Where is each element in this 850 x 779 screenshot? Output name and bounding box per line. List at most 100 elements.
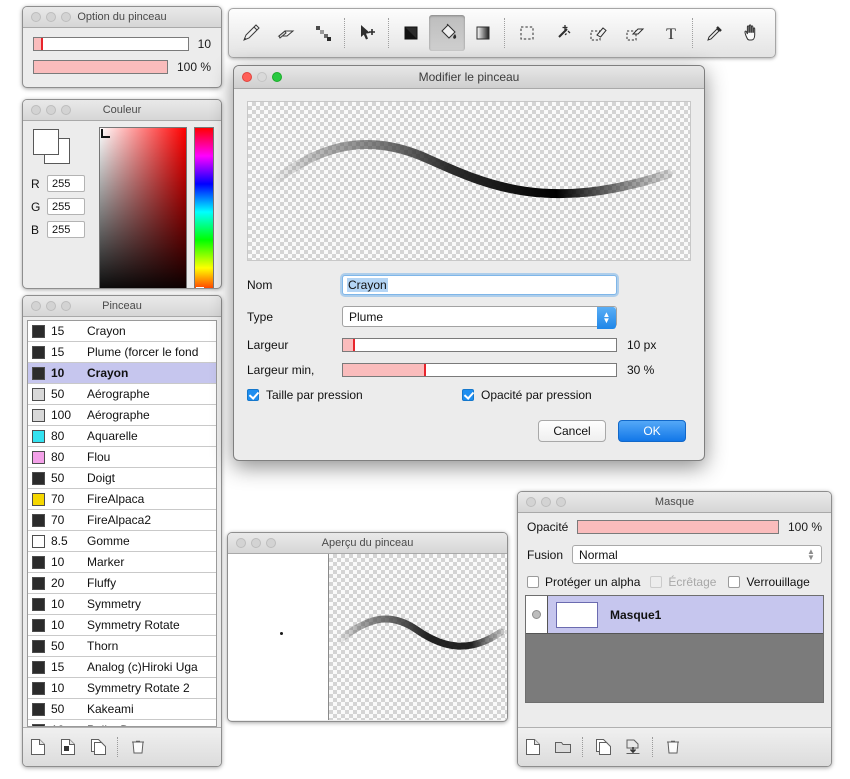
eraser-tool[interactable] (269, 15, 305, 51)
brush-list-item[interactable]: 70 FireAlpaca2 (28, 510, 216, 531)
brush-list-item[interactable]: 80 Aquarelle (28, 426, 216, 447)
minimize-icon[interactable] (251, 538, 261, 548)
window-controls[interactable] (526, 497, 566, 507)
new-layer-icon[interactable] (518, 733, 548, 761)
mask-opacity-slider[interactable] (577, 520, 779, 534)
brush-list-item[interactable]: 10 Crayon (28, 363, 216, 384)
minimize-icon[interactable] (46, 301, 56, 311)
new-brush-icon[interactable] (23, 733, 53, 761)
width-min-slider-knob[interactable] (423, 364, 426, 376)
brush-list-item[interactable]: 20 Fluffy (28, 573, 216, 594)
zoom-icon[interactable] (556, 497, 566, 507)
width-slider[interactable] (342, 338, 617, 352)
brush-list-item[interactable]: 10 Symmetry Rotate (28, 615, 216, 636)
text-tool[interactable]: T (653, 15, 689, 51)
fill-tool[interactable] (393, 15, 429, 51)
brush-opacity-slider[interactable] (33, 60, 168, 74)
brush-size-slider[interactable] (33, 37, 189, 51)
width-slider-knob[interactable] (352, 339, 355, 351)
eyedropper-tool[interactable] (697, 15, 733, 51)
duplicate-layer-icon[interactable] (588, 733, 618, 761)
zoom-icon[interactable] (61, 301, 71, 311)
brush-list-item[interactable]: 10 Symmetry (28, 594, 216, 615)
brush-list-item[interactable]: 15 Plume (forcer le fond (28, 342, 216, 363)
brush-list-item[interactable]: 80 Flou (28, 447, 216, 468)
brush-list[interactable]: 15 Crayon 15 Plume (forcer le fond 10 Crayon 5… (27, 320, 217, 727)
brush-list-item[interactable]: 100 Aérographe (28, 405, 216, 426)
brush-list-item[interactable]: 10 Marker (28, 552, 216, 573)
pencil-tool[interactable] (233, 15, 269, 51)
brush-list-item[interactable]: 15 Crayon (28, 321, 216, 342)
checkbox-group[interactable]: Protéger un alpha (527, 575, 640, 589)
ok-button[interactable]: OK (618, 420, 686, 442)
rgb-b-field[interactable]: 255 (47, 221, 85, 238)
width-min-slider[interactable] (342, 363, 617, 377)
close-icon[interactable] (242, 72, 252, 82)
rgb-g-field[interactable]: 255 (47, 198, 85, 215)
type-select[interactable]: Plume ▲ ▼ (342, 306, 617, 329)
foreground-color-swatch[interactable] (33, 129, 59, 155)
window-controls[interactable] (236, 538, 276, 548)
brush-list-item[interactable]: 50 Doigt (28, 468, 216, 489)
name-input[interactable]: Crayon (342, 275, 617, 295)
window-controls[interactable] (31, 12, 71, 22)
brush-list-item[interactable]: 70 FireAlpaca (28, 489, 216, 510)
brush-list-item[interactable]: 10Polka Dot (28, 720, 216, 726)
zoom-icon[interactable] (61, 105, 71, 115)
window-controls[interactable] (31, 301, 71, 311)
checkbox-group[interactable]: Opacité par pression (462, 388, 592, 402)
saturation-value-area[interactable] (99, 127, 187, 288)
new-folder-icon[interactable] (548, 733, 578, 761)
mask-blend-select[interactable]: Normal ▲ ▼ (572, 545, 822, 564)
delete-brush-icon[interactable] (123, 733, 153, 761)
window-controls[interactable] (242, 72, 282, 82)
edit-brush-icon[interactable] (53, 733, 83, 761)
select-eraser-tool[interactable] (617, 15, 653, 51)
hand-tool[interactable] (733, 15, 769, 51)
brush-size-knob[interactable] (40, 38, 43, 50)
brush-swatch-icon (32, 681, 45, 695)
brush-list-item[interactable]: 8.5 Gomme (28, 531, 216, 552)
zoom-icon[interactable] (61, 12, 71, 22)
checkbox-group[interactable]: Taille par pression (247, 388, 462, 402)
select-tool[interactable] (509, 15, 545, 51)
mask-layer-list[interactable]: Masque1 (525, 595, 824, 703)
select-brush-tool[interactable] (581, 15, 617, 51)
brush-list-item[interactable]: 50 Thorn (28, 636, 216, 657)
bucket-tool[interactable] (429, 15, 465, 51)
zoom-icon[interactable] (272, 72, 282, 82)
dither-tool[interactable] (305, 15, 341, 51)
close-icon[interactable] (31, 105, 41, 115)
duplicate-brush-icon[interactable] (83, 733, 113, 761)
move-tool[interactable] (349, 15, 385, 51)
hue-slider[interactable] (194, 127, 214, 288)
merge-down-icon[interactable] (618, 733, 648, 761)
color-swatches[interactable] (33, 129, 77, 165)
magic-wand-tool[interactable] (545, 15, 581, 51)
close-icon[interactable] (236, 538, 246, 548)
minimize-icon[interactable] (257, 72, 267, 82)
cancel-button[interactable]: Cancel (538, 420, 606, 442)
close-icon[interactable] (31, 301, 41, 311)
minimize-icon[interactable] (46, 12, 56, 22)
brush-list-item[interactable]: 50 Kakeami (28, 699, 216, 720)
gradient-tool[interactable] (465, 15, 501, 51)
window-controls[interactable] (31, 105, 71, 115)
close-icon[interactable] (31, 12, 41, 22)
rgb-r-field[interactable]: 255 (47, 175, 85, 192)
checkbox-icon[interactable] (527, 576, 539, 588)
delete-layer-icon[interactable] (658, 733, 688, 761)
checkbox-icon[interactable] (247, 389, 259, 401)
brush-list-item[interactable]: 50 Aérographe (28, 384, 216, 405)
checkbox-icon[interactable] (728, 576, 741, 588)
close-icon[interactable] (526, 497, 536, 507)
minimize-icon[interactable] (46, 105, 56, 115)
checkbox-icon[interactable] (462, 389, 474, 401)
checkbox-group[interactable]: Verrouillage (728, 575, 810, 589)
minimize-icon[interactable] (541, 497, 551, 507)
layer-visibility-toggle[interactable] (526, 596, 548, 633)
zoom-icon[interactable] (266, 538, 276, 548)
brush-list-item[interactable]: 10 Symmetry Rotate 2 (28, 678, 216, 699)
brush-list-item[interactable]: 15 Analog (c)Hiroki Uga (28, 657, 216, 678)
layer-row[interactable]: Masque1 (526, 596, 823, 634)
